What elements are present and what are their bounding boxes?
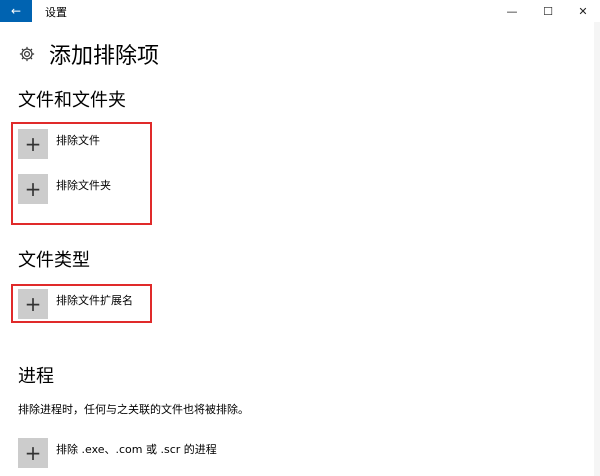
page-title: 添加排除项 bbox=[49, 44, 160, 69]
plus-icon: + bbox=[18, 438, 48, 468]
title-bar: ← 设置 — ☐ ✕ bbox=[0, 0, 600, 22]
back-button[interactable]: ← bbox=[0, 0, 32, 22]
back-arrow-icon: ← bbox=[10, 4, 22, 18]
highlight-box-file-types bbox=[11, 284, 152, 323]
section-title-processes: 进程 bbox=[18, 366, 54, 387]
exclude-process-button[interactable]: + 排除 .exe、.com 或 .scr 的进程 bbox=[18, 438, 217, 468]
minimize-button[interactable]: — bbox=[494, 0, 530, 22]
highlight-box-files-folders bbox=[11, 122, 152, 225]
section-title-files-folders: 文件和文件夹 bbox=[18, 90, 126, 111]
close-button[interactable]: ✕ bbox=[565, 0, 600, 22]
processes-description: 排除进程时，任何与之关联的文件也将被排除。 bbox=[18, 403, 249, 416]
minimize-icon: — bbox=[506, 4, 518, 18]
exclude-process-label: 排除 .exe、.com 或 .scr 的进程 bbox=[56, 443, 217, 456]
maximize-button[interactable]: ☐ bbox=[530, 0, 566, 22]
window-title: 设置 bbox=[45, 6, 67, 19]
scrollbar[interactable] bbox=[594, 22, 600, 476]
gear-icon bbox=[17, 44, 37, 64]
section-title-file-types: 文件类型 bbox=[18, 250, 90, 271]
close-icon: ✕ bbox=[578, 4, 588, 18]
maximize-icon: ☐ bbox=[543, 4, 553, 18]
page-header: 添加排除项 bbox=[17, 38, 159, 70]
